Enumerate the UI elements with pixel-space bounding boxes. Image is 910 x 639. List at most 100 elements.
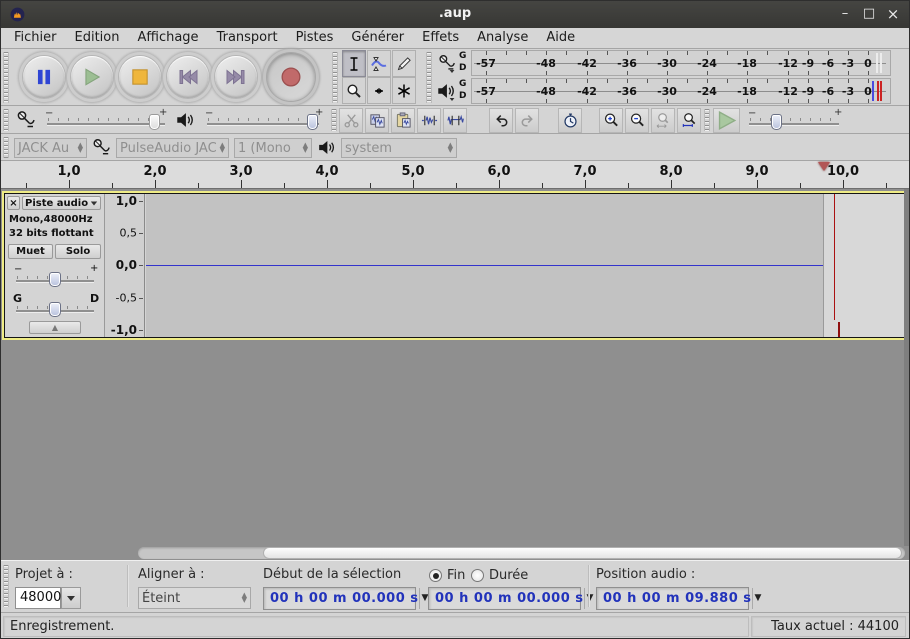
minimize-button[interactable]: –	[835, 5, 855, 23]
transcription-toolbar-grip[interactable]	[704, 109, 710, 131]
recording-volume-thumb[interactable]	[149, 114, 160, 130]
meter-dropdown-icon[interactable]	[450, 98, 455, 101]
transport-toolbar-grip[interactable]	[3, 52, 9, 103]
record-button[interactable]	[267, 53, 315, 101]
menu-item-9[interactable]: Aide	[537, 28, 584, 48]
meter-tick	[587, 79, 588, 83]
timeline-tick	[886, 183, 887, 188]
cut-button[interactable]	[339, 108, 363, 133]
multi-tool-button[interactable]	[392, 77, 416, 104]
duration-radio[interactable]: Durée	[471, 568, 528, 583]
pan-thumb[interactable]	[49, 302, 61, 317]
menu-item-8[interactable]: Analyse	[468, 28, 537, 48]
copy-button[interactable]	[365, 108, 389, 133]
menu-item-4[interactable]: Transport	[208, 28, 287, 48]
pause-button[interactable]	[23, 56, 65, 98]
recording-meter[interactable]: G D -57-48-42-36-30-24-18-12-9-6-30	[434, 49, 893, 77]
selection-tool-button[interactable]	[342, 50, 366, 77]
menu-item-5[interactable]: Pistes	[287, 28, 343, 48]
timeline-ruler[interactable]: 1,02,03,04,05,06,07,08,09,010,0	[1, 161, 909, 189]
vertical-ruler[interactable]: 1,00,50,0-0,5-1,0	[104, 194, 145, 337]
track-menu-arrow-icon	[91, 201, 97, 205]
vruler-tick	[139, 298, 143, 299]
menu-item-6[interactable]: Générer	[342, 28, 413, 48]
title-bar[interactable]: .aup – □ ×	[1, 1, 909, 28]
draw-tool-button[interactable]	[392, 50, 416, 77]
timeline-tick	[542, 183, 543, 188]
stop-button[interactable]	[119, 56, 161, 98]
track-name-dropdown[interactable]: Piste audio	[22, 196, 101, 210]
track-close-button[interactable]: ×	[7, 196, 20, 210]
meter-db-label: -57	[476, 57, 496, 70]
project-rate-input[interactable]: 48000	[15, 587, 61, 609]
recording-device-combo[interactable]: PulseAudio JAC ▲▼	[116, 138, 229, 158]
synclock-button[interactable]	[558, 108, 582, 133]
skip-start-button[interactable]	[167, 56, 209, 98]
menu-item-7[interactable]: Effets	[413, 28, 468, 48]
paste-button[interactable]	[391, 108, 415, 133]
gain-thumb[interactable]	[49, 272, 61, 287]
playback-speed-slider[interactable]	[749, 123, 839, 125]
menu-item-2[interactable]: Edition	[66, 28, 129, 48]
timeshift-tool-icon	[371, 83, 387, 99]
play-at-speed-button[interactable]	[713, 108, 740, 133]
timefield-dropdown-icon[interactable]: ▼	[419, 588, 429, 609]
silence-button[interactable]	[443, 108, 467, 133]
skip-end-button[interactable]	[215, 56, 257, 98]
timeshift-tool-button[interactable]	[367, 77, 391, 104]
menubar: FichierEditionAffichageTransportPistesGé…	[1, 28, 909, 49]
menu-item-3[interactable]: Affichage	[128, 28, 207, 48]
menu-item-1[interactable]: Fichier	[5, 28, 66, 48]
tools-toolbar-grip[interactable]	[332, 52, 338, 103]
play-button[interactable]	[71, 56, 113, 98]
waveform-display[interactable]	[146, 194, 906, 337]
audio-host-combo[interactable]: JACK Au ▲▼	[14, 138, 87, 158]
meter-db-label: -9	[802, 85, 814, 98]
horizontal-scrollbar-track[interactable]	[138, 547, 905, 559]
selection-toolbar: Projet à : 48000 Aligner à : Éteint ▲▼ D…	[1, 560, 909, 612]
close-button[interactable]: ×	[883, 5, 903, 23]
microphone-icon	[15, 109, 37, 131]
selection-toolbar-grip[interactable]	[3, 565, 9, 607]
radio-selected-icon	[429, 569, 442, 582]
horizontal-scrollbar-thumb[interactable]	[263, 547, 902, 559]
trim-button[interactable]	[417, 108, 441, 133]
selection-end-field[interactable]: 00 h 00 m 00.000 s ▼	[428, 587, 581, 610]
playback-speed-thumb[interactable]	[771, 114, 782, 130]
playback-meter[interactable]: G D -57-48-42-36-30-24-18-12-9-6-30	[434, 77, 893, 105]
playback-volume-ticks	[208, 118, 318, 121]
meter-dropdown-icon[interactable]	[450, 70, 455, 73]
undo-button[interactable]	[489, 108, 513, 133]
playback-device-combo[interactable]: system ▲▼	[341, 138, 457, 158]
track-collapse-button[interactable]: ▲	[29, 321, 81, 334]
device-toolbar-grip[interactable]	[3, 137, 9, 158]
zoom-out-button[interactable]	[625, 108, 649, 133]
playback-volume-thumb[interactable]	[307, 114, 318, 130]
solo-button[interactable]: Solo	[55, 244, 101, 259]
end-radio[interactable]: Fin	[429, 568, 465, 583]
project-rate-dropdown-button[interactable]	[61, 587, 81, 609]
selection-start-field[interactable]: 00 h 00 m 00.000 s ▼	[263, 587, 416, 610]
audio-track[interactable]: × Piste audio Mono,48000Hz 32 bits flott…	[2, 191, 907, 340]
zoom-fit-project-button[interactable]	[677, 108, 701, 133]
maximize-button[interactable]: □	[859, 5, 879, 23]
playback-volume-slider[interactable]	[207, 123, 319, 125]
zoom-in-button[interactable]	[599, 108, 623, 133]
audio-position-field[interactable]: 00 h 00 m 09.880 s ▼	[596, 587, 749, 610]
snap-to-combo[interactable]: Éteint ▲▼	[138, 587, 251, 609]
timefield-dropdown-icon[interactable]: ▼	[752, 588, 762, 609]
redo-button[interactable]	[515, 108, 539, 133]
edit-toolbar-grip[interactable]	[331, 109, 337, 131]
envelope-tool-button[interactable]	[367, 50, 391, 77]
recording-channels-combo[interactable]: 1 (Mono ▲▼	[234, 138, 312, 158]
zoom-tool-button[interactable]	[342, 77, 366, 104]
meter-db-label: -18	[737, 57, 757, 70]
vertical-scrollbar[interactable]	[904, 189, 910, 546]
mute-button[interactable]: Muet	[8, 244, 53, 259]
audio-host-value: JACK Au	[18, 141, 69, 156]
mixer-toolbar-grip[interactable]	[3, 109, 9, 131]
meter-tick	[747, 71, 748, 75]
zoom-fit-selection-button[interactable]	[651, 108, 675, 133]
meter-toolbar-grip[interactable]	[426, 52, 432, 103]
recording-volume-slider[interactable]	[47, 123, 165, 125]
